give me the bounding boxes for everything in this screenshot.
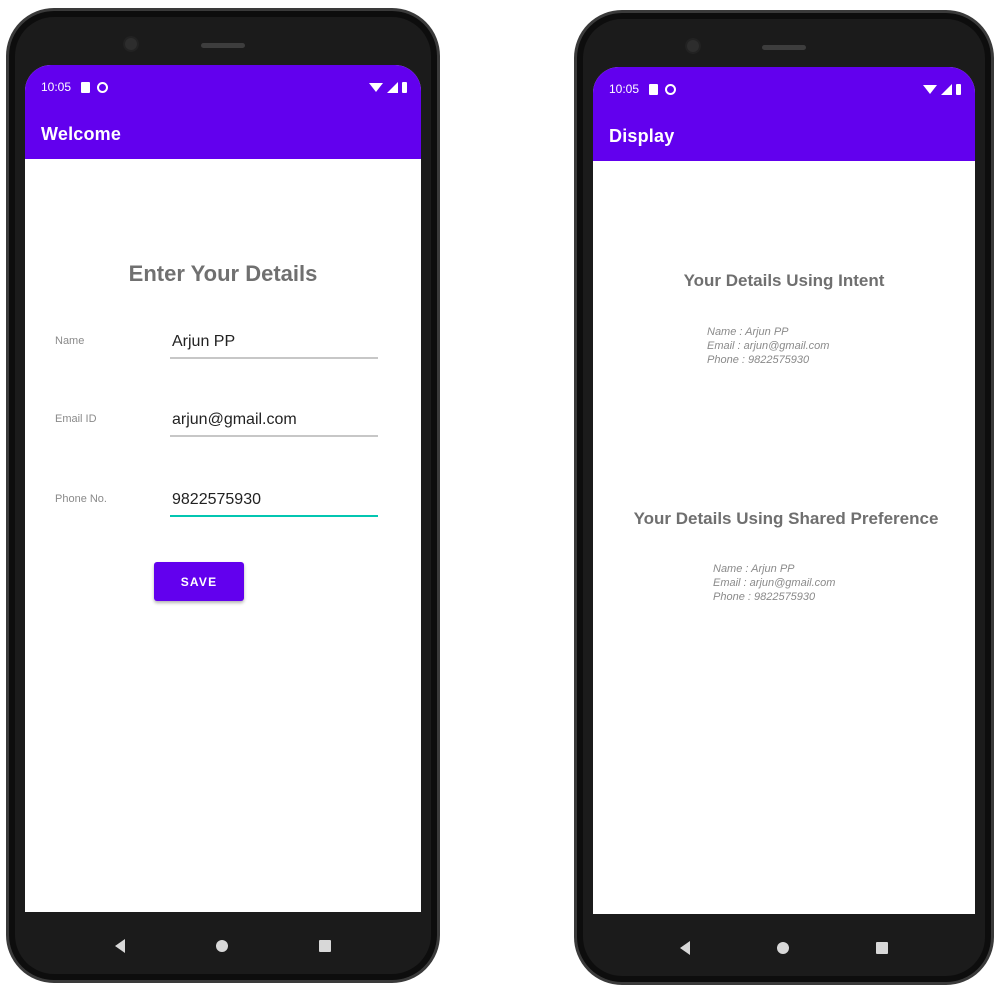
phone-input[interactable] [170,479,378,517]
speaker-grille [201,43,245,48]
status-time: 10:05 [41,80,72,94]
recents-icon[interactable] [875,942,888,954]
phone-label: Phone No. [55,493,107,505]
status-bar: 10:05 [25,65,421,109]
at-circle-icon [665,83,677,95]
navigation-bar [9,912,437,980]
name-label: Name [55,335,85,347]
signal-icon [941,83,952,95]
email-input[interactable] [170,399,378,437]
navigation-bar [577,914,991,982]
display-screen: 10:05 Display Your Details Using Intent … [593,67,975,914]
pref-phone-line: Phone : 9822575930 [713,591,816,603]
status-icons [923,83,961,95]
pref-email-line: Email : arjun@gmail.com [713,577,836,589]
home-icon[interactable] [776,942,789,954]
app-bar-title: Welcome [25,109,421,159]
pref-section-title: Your Details Using Shared Preference [633,509,939,528]
phone-frame-left: 10:05 Welcome Enter Your Details Name Em… [6,8,440,983]
status-icons [369,81,407,93]
wifi-icon [369,82,383,92]
front-camera-icon [687,40,699,52]
sd-card-icon [649,83,659,95]
speaker-grille [762,45,806,50]
status-bar: 10:05 [593,67,975,111]
save-button[interactable]: SAVE [154,562,244,601]
phone-row: Phone No. [25,479,421,519]
intent-email-line: Email : arjun@gmail.com [707,340,830,352]
sd-card-icon [81,81,91,93]
front-camera-icon [125,38,137,50]
status-time: 10:05 [609,82,640,96]
pref-name-line: Name : Arjun PP [713,563,795,575]
name-row: Name [25,321,421,361]
battery-icon [956,83,961,95]
email-row: Email ID [25,399,421,439]
pref-details: Name : Arjun PP Email : arjun@gmail.com … [713,562,835,604]
at-circle-icon [97,81,109,93]
name-input[interactable] [170,321,378,359]
back-icon[interactable] [680,941,691,955]
intent-section-title: Your Details Using Intent [683,271,885,290]
phone-frame-right: 10:05 Display Your Details Using Intent … [574,10,994,985]
app-bar-title: Display [593,111,975,161]
recents-icon[interactable] [319,940,332,952]
intent-details: Name : Arjun PP Email : arjun@gmail.com … [707,325,829,367]
form-title: Enter Your Details [128,261,318,286]
battery-icon [402,81,407,93]
wifi-icon [923,84,937,94]
signal-icon [387,81,398,93]
intent-name-line: Name : Arjun PP [707,326,789,338]
back-icon[interactable] [114,939,125,953]
welcome-screen: 10:05 Welcome Enter Your Details Name Em… [25,65,421,912]
intent-phone-line: Phone : 9822575930 [707,354,810,366]
email-label: Email ID [55,413,97,425]
home-icon[interactable] [215,940,228,952]
